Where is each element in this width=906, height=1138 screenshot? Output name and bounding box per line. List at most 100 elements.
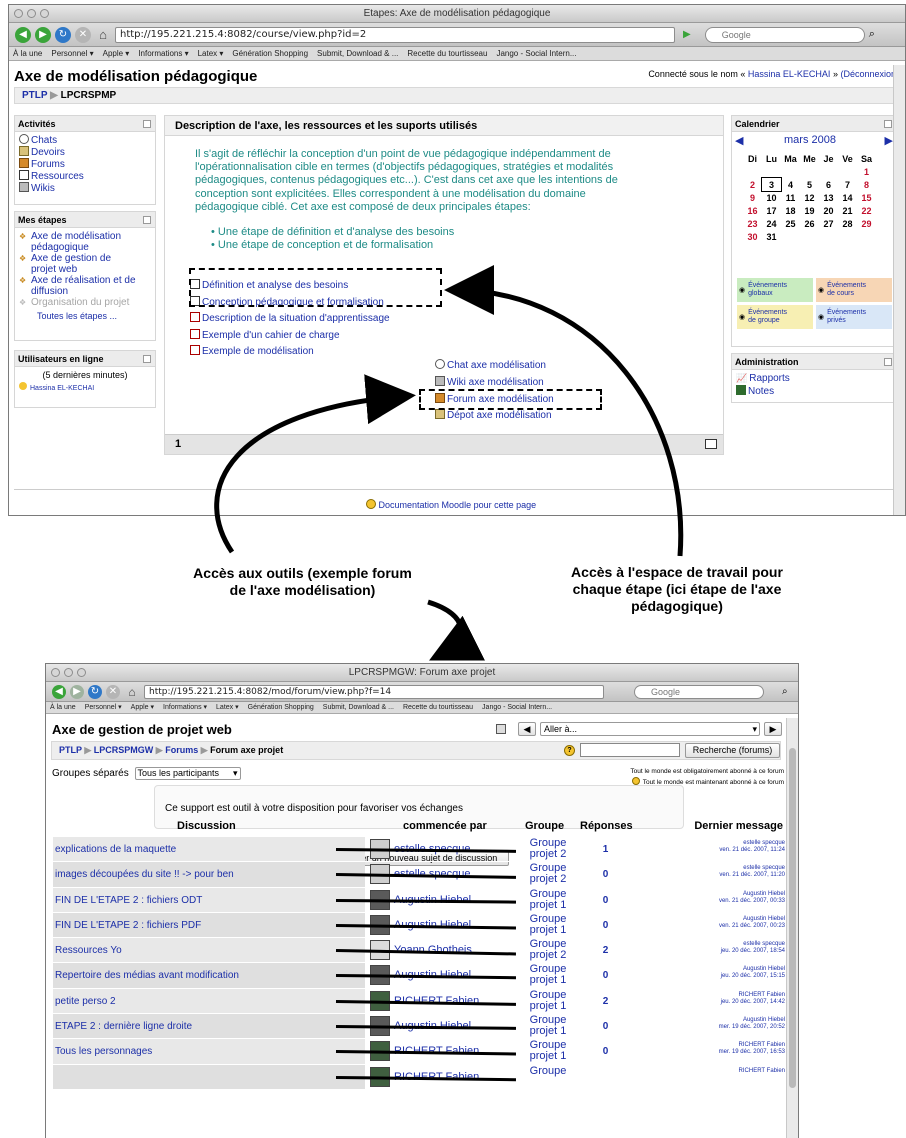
- next-activity-button[interactable]: ▶: [764, 722, 782, 736]
- edit-icon[interactable]: [496, 724, 506, 734]
- group-link[interactable]: Groupe projet 1: [519, 964, 577, 986]
- bookmark-item[interactable]: Personnel ▾: [85, 704, 122, 711]
- bottom-toolbar: ◀ ▶ ↻ ✕ ⌂ http://195.221.215.4:8082/mod/…: [46, 682, 798, 702]
- discussion-row[interactable]: Repertoire des médias avant modification…: [53, 962, 785, 988]
- group-link[interactable]: Groupe projet 1: [519, 888, 577, 911]
- discussion-title-link[interactable]: [53, 1064, 365, 1089]
- group-link[interactable]: Groupe projet 1: [519, 913, 577, 936]
- col-started-by[interactable]: commencée par: [403, 820, 487, 832]
- last-post[interactable]: RICHERT Fabien jeu. 20 déc. 2007, 14:42: [635, 992, 785, 1006]
- replies-count[interactable]: 2: [583, 996, 628, 1007]
- discussion-title-link[interactable]: FIN DE L'ETAPE 2 : fichiers PDF: [53, 912, 365, 938]
- close-light-icon[interactable]: [51, 668, 60, 677]
- last-post[interactable]: estelle specque jeu. 20 déc. 2007, 18:54: [635, 941, 785, 955]
- url-bar[interactable]: http://195.221.215.4:8082/mod/forum/view…: [144, 684, 604, 699]
- group-link[interactable]: Groupe projet 1: [519, 1040, 577, 1062]
- page-title: Axe de gestion de projet web: [52, 722, 232, 737]
- replies-count[interactable]: 0: [583, 1021, 628, 1032]
- bookmark-item[interactable]: Apple ▾: [131, 704, 154, 711]
- scroll-thumb[interactable]: [789, 748, 796, 1088]
- discussion-row[interactable]: explications de la maquette estelle specq…: [53, 836, 785, 862]
- bookmark-item[interactable]: Génération Shopping: [248, 704, 314, 711]
- home-icon[interactable]: ⌂: [124, 684, 140, 700]
- zoom-light-icon[interactable]: [77, 668, 86, 677]
- author-cell: Augustin Hiebel: [335, 888, 518, 912]
- discussion-row[interactable]: petite perso 2RICHERT FabienGroupeprojet…: [53, 987, 785, 1014]
- breadcrumb-ptlp[interactable]: PTLP: [59, 745, 82, 755]
- jump-select[interactable]: Aller à... ▾: [540, 722, 760, 736]
- discussion-title-link[interactable]: Repertoire des médias avant modification: [53, 963, 365, 988]
- discussion-rows: explications de la maquette estelle specq…: [53, 836, 785, 1089]
- discussion-row[interactable]: Tous les personnagesRICHERT FabienGroupe…: [53, 1038, 785, 1064]
- discussion-title-link[interactable]: Ressources Yo: [53, 938, 365, 963]
- help-icon[interactable]: ?: [564, 745, 575, 756]
- help-icon[interactable]: [631, 777, 640, 785]
- group-link[interactable]: Groupe projet 2: [519, 939, 577, 961]
- minimize-light-icon[interactable]: [64, 668, 73, 677]
- col-discussion[interactable]: Discussion: [177, 820, 236, 832]
- search-icon[interactable]: ⌕: [782, 686, 788, 697]
- last-post[interactable]: RICHERT Fabien: [635, 1068, 785, 1075]
- breadcrumb-course[interactable]: LPCRSPMGW: [94, 745, 154, 755]
- group-link[interactable]: Groupe: [519, 1065, 577, 1077]
- col-group[interactable]: Groupe: [525, 820, 564, 832]
- last-post[interactable]: Augustin Hiebel ven. 21 déc. 2007, 00:23: [635, 916, 785, 930]
- bookmark-item[interactable]: Informations ▾: [163, 704, 207, 711]
- discussion-title-link[interactable]: petite perso 2: [53, 988, 365, 1014]
- bookmark-item[interactable]: Latex ▾: [216, 704, 239, 711]
- col-last-post[interactable]: Dernier message: [694, 820, 783, 832]
- last-post[interactable]: estelle specque ven. 21 déc. 2007, 11:20: [635, 865, 785, 879]
- group-link[interactable]: Groupe projet 1: [519, 989, 577, 1012]
- bookmark-item[interactable]: Recette du tourtisseau: [403, 704, 473, 711]
- back-icon[interactable]: ◀: [52, 684, 66, 699]
- discussion-title-link[interactable]: FIN DE L'ETAPE 2 : fichiers ODT: [53, 887, 365, 912]
- discussion-title-link[interactable]: explications de la maquette: [53, 837, 365, 862]
- search-field[interactable]: Google: [634, 684, 764, 699]
- dropdown-arrow-icon: ▾: [752, 724, 757, 734]
- replies-count[interactable]: 2: [583, 945, 628, 956]
- discussion-row[interactable]: ETAPE 2 : dernière ligne droite Augustin …: [53, 1013, 785, 1039]
- groups-select[interactable]: Tous les participants ▾: [134, 767, 241, 780]
- replies-count[interactable]: 1: [583, 844, 628, 855]
- window-title: LPCRSPMGW: Forum axe projet: [348, 667, 496, 678]
- window-controls[interactable]: [51, 668, 86, 677]
- author-cell: RICHERT Fabien: [335, 1065, 518, 1089]
- discussion-title-link[interactable]: images découpées du site !! -> pour ben: [53, 862, 365, 887]
- col-replies[interactable]: Réponses: [580, 820, 633, 832]
- bookmarks-bar: À la une Personnel ▾ Apple ▾ Informations ▾…: [46, 702, 798, 714]
- breadcrumb-forums[interactable]: Forums: [165, 745, 198, 755]
- bookmark-item[interactable]: Jango - Social Intern...: [482, 704, 552, 711]
- reload-icon[interactable]: ↻: [88, 684, 102, 699]
- jump-controls: ◀ Aller à... ▾ ▶: [496, 722, 782, 736]
- replies-count[interactable]: 0: [583, 869, 628, 880]
- group-link[interactable]: Groupe projet 2: [519, 838, 577, 860]
- discussion-title-link[interactable]: Tous les personnages: [53, 1039, 365, 1064]
- last-post[interactable]: Augustin Hiebel mer. 19 déc. 2007, 20:52: [635, 1017, 785, 1031]
- replies-count[interactable]: 0: [583, 895, 628, 906]
- discussion-row[interactable]: FIN DE L'ETAPE 2 : fichiers ODTAugustin …: [53, 886, 785, 912]
- discussion-row[interactable]: Ressources YoYoann GhotheisGroupeprojet …: [53, 937, 785, 963]
- bookmark-item[interactable]: À la une: [50, 704, 76, 711]
- author-cell: Augustin Hiebel: [335, 913, 518, 937]
- prev-activity-button[interactable]: ◀: [518, 722, 536, 736]
- group-link[interactable]: Groupe projet 2: [519, 863, 577, 885]
- forward-icon[interactable]: ▶: [70, 684, 84, 699]
- replies-count[interactable]: 0: [583, 920, 628, 931]
- last-post[interactable]: RICHERT Fabien mer. 19 déc. 2007, 16:53: [635, 1042, 785, 1056]
- stop-icon[interactable]: ✕: [106, 684, 120, 699]
- last-post[interactable]: Augustin Hiebel jeu. 20 déc. 2007, 15:15: [635, 966, 785, 980]
- discussion-row[interactable]: images découpées du site !! -> pour ben e…: [53, 861, 785, 887]
- group-link[interactable]: Groupe projet 1: [519, 1015, 577, 1037]
- discussion-title-link[interactable]: ETAPE 2 : dernière ligne droite: [53, 1014, 365, 1039]
- bottom-scrollbar[interactable]: [786, 718, 798, 1138]
- search-placeholder: Google: [651, 686, 681, 697]
- forum-search-input[interactable]: [580, 743, 680, 757]
- discussion-row[interactable]: RICHERT FabienGroupeRICHERT Fabien: [53, 1063, 785, 1089]
- forum-search-button[interactable]: Recherche (forums): [685, 743, 780, 758]
- last-post[interactable]: Augustin Hiebel ven. 21 déc. 2007, 00:33: [635, 891, 785, 905]
- bookmark-item[interactable]: Submit, Download & ...: [323, 704, 394, 711]
- discussion-row[interactable]: FIN DE L'ETAPE 2 : fichiers PDFAugustin …: [53, 911, 785, 938]
- replies-count[interactable]: 0: [583, 970, 628, 981]
- last-post[interactable]: estelle specque ven. 21 déc. 2007, 11:24: [635, 840, 785, 854]
- replies-count[interactable]: 0: [583, 1046, 628, 1057]
